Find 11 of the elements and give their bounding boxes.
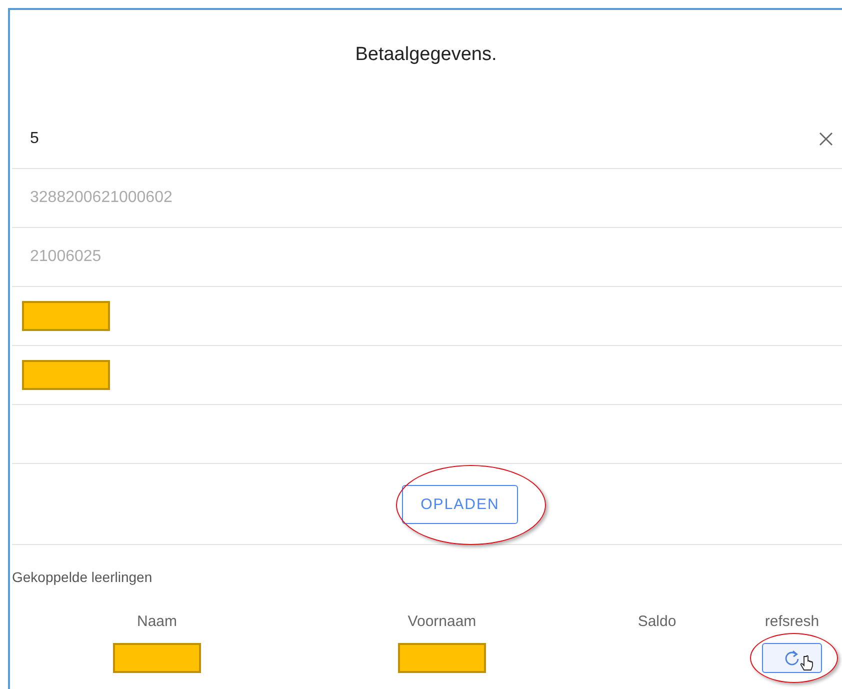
dialog-title: Betaalgegevens. — [354, 43, 498, 67]
input-field[interactable]: 3288200621000602 — [12, 189, 836, 207]
column-header: Voornaam — [406, 613, 478, 632]
column-header: Saldo — [636, 613, 678, 632]
column-header: Naam — [136, 613, 178, 632]
input-field[interactable]: 5 — [12, 130, 818, 148]
column-header: refsresh — [764, 613, 820, 632]
input-field[interactable]: 21006025 — [12, 248, 836, 266]
refresh-button[interactable] — [762, 643, 822, 673]
close-icon[interactable] — [818, 131, 834, 147]
section-label: Gekoppelde leerlingen — [12, 569, 154, 585]
